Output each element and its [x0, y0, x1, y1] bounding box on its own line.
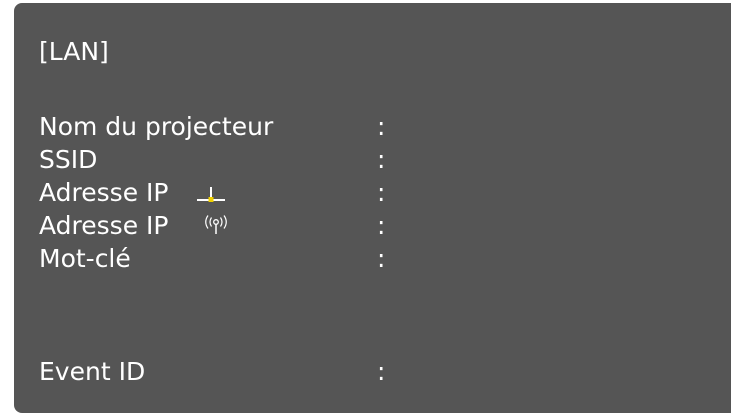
wireless-lan-icon — [205, 215, 227, 234]
wired-ip-label: Adresse IP — [39, 178, 169, 207]
projector-name-row: Nom du projecteur : — [39, 113, 719, 141]
section-title: [LAN] — [39, 37, 109, 66]
separator: : — [377, 357, 386, 386]
separator: : — [377, 145, 386, 174]
wireless-ip-label: Adresse IP — [39, 211, 169, 240]
lan-info-screen: [LAN] Nom du projecteur : SSID : Adresse… — [14, 3, 731, 413]
projector-name-label: Nom du projecteur — [39, 112, 274, 141]
event-id-row: Event ID : — [39, 358, 719, 386]
separator: : — [377, 244, 386, 273]
wired-lan-icon — [197, 187, 225, 202]
wireless-ip-row: Adresse IP : — [39, 212, 719, 240]
ssid-row: SSID : — [39, 146, 719, 174]
separator: : — [377, 211, 386, 240]
separator: : — [377, 178, 386, 207]
separator: : — [377, 112, 386, 141]
event-id-label: Event ID — [39, 357, 146, 386]
keyword-row: Mot-clé : — [39, 245, 719, 273]
wired-ip-row: Adresse IP : — [39, 179, 719, 207]
ssid-label: SSID — [39, 145, 98, 174]
keyword-label: Mot-clé — [39, 244, 131, 273]
